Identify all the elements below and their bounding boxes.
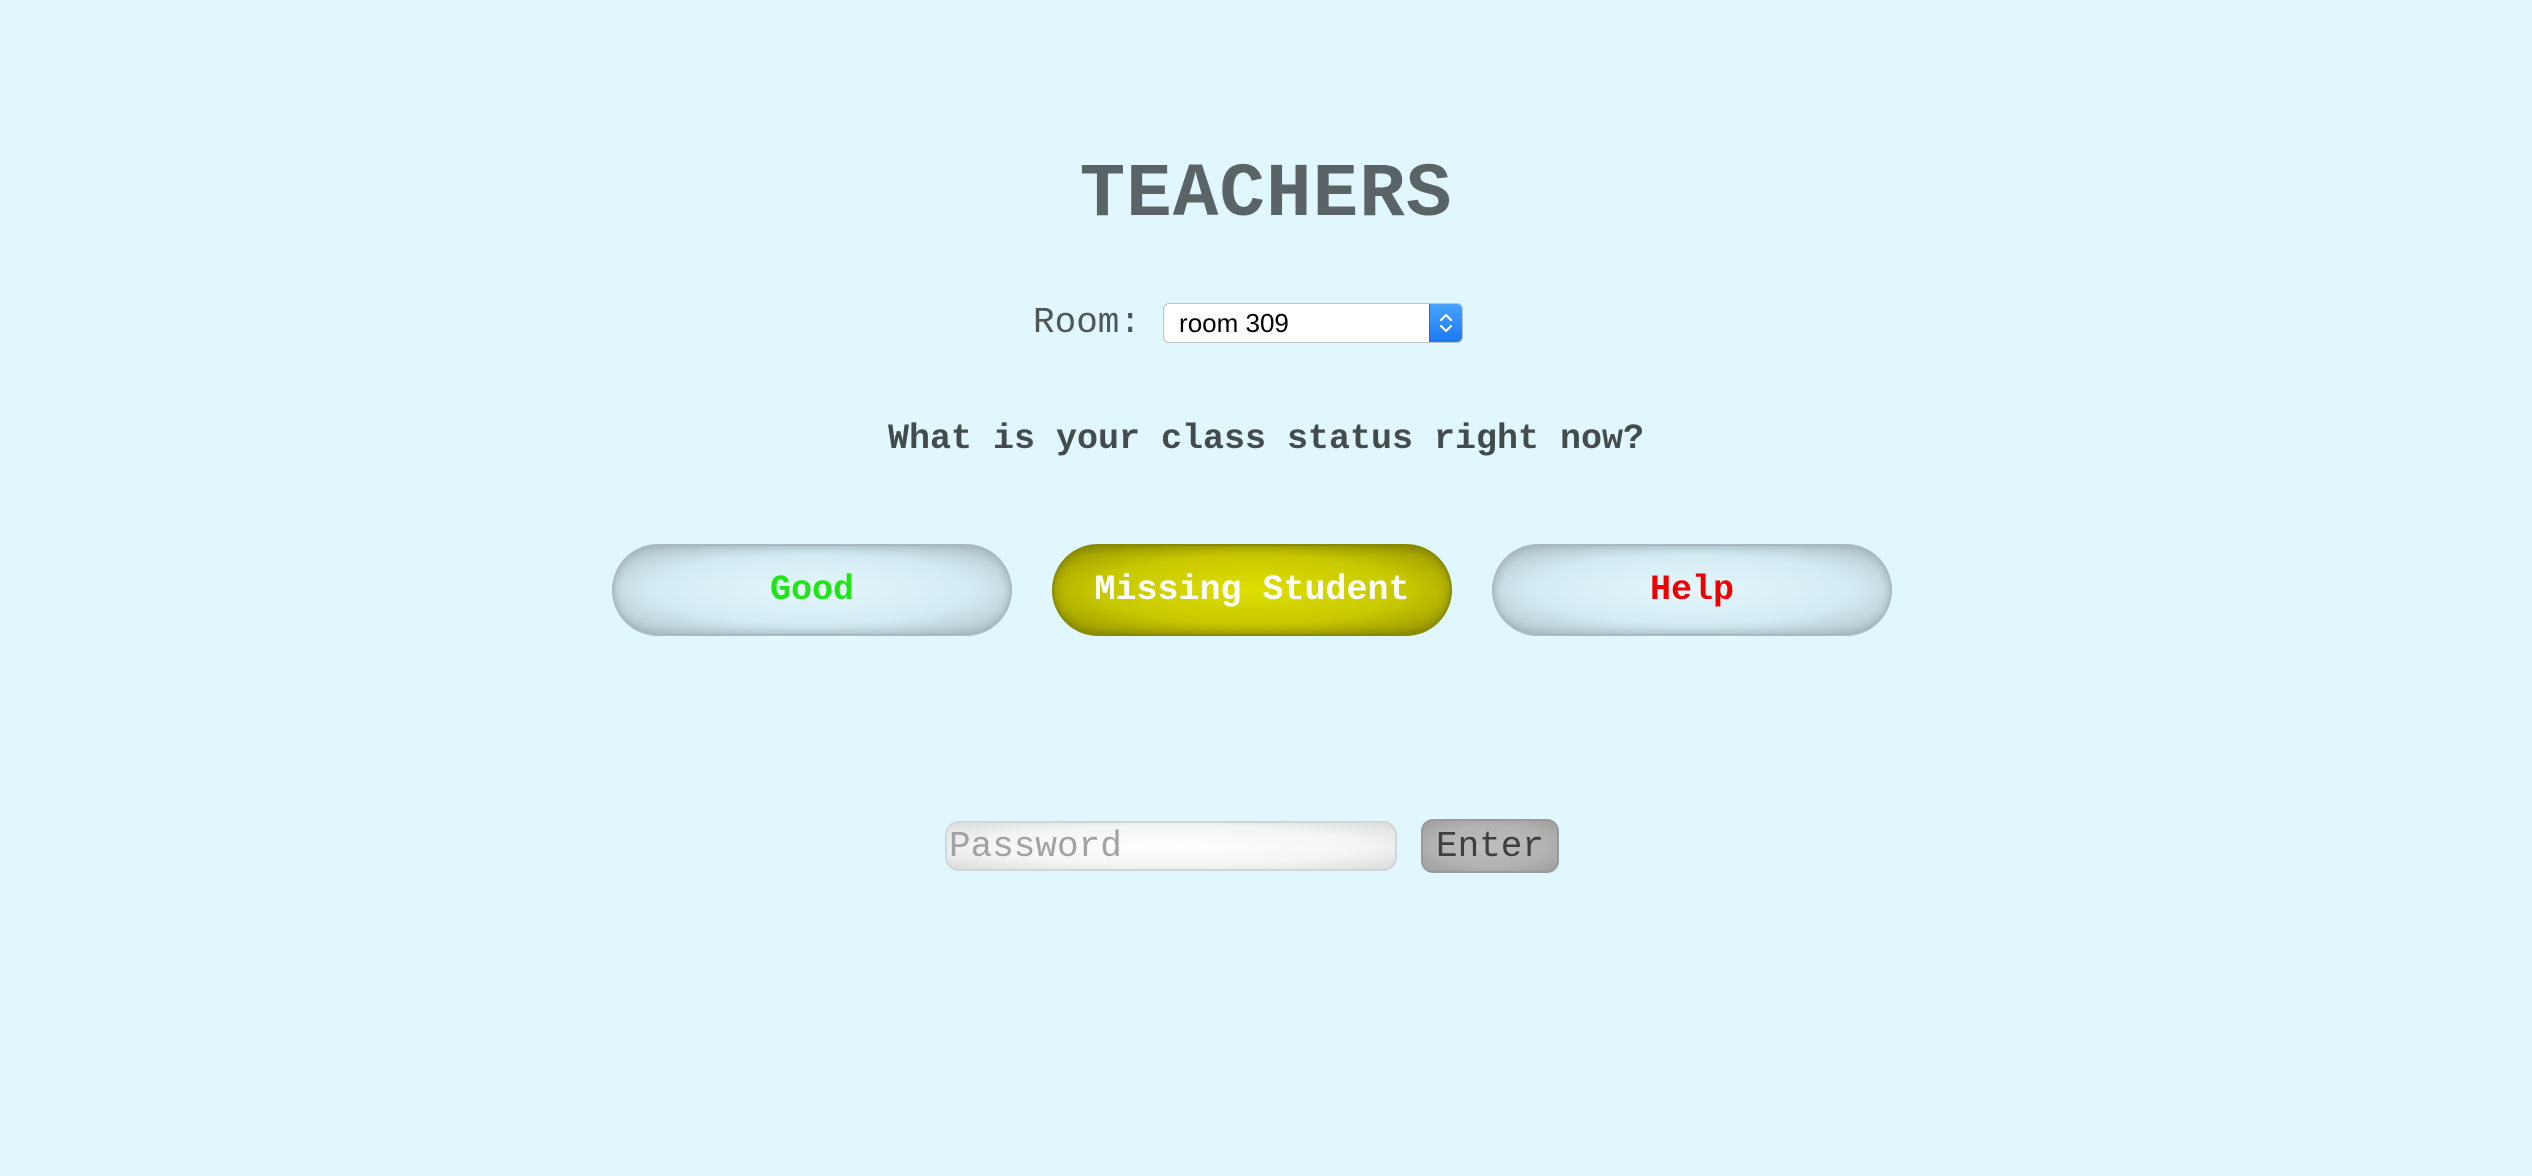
password-input[interactable] bbox=[945, 821, 1397, 871]
good-button[interactable]: Good bbox=[612, 544, 1012, 636]
chevron-up-down-icon bbox=[1429, 304, 1463, 342]
room-select-value: room 309 bbox=[1179, 307, 1289, 338]
room-select[interactable]: room 309 bbox=[1163, 303, 1464, 343]
enter-button[interactable]: Enter bbox=[1421, 819, 1559, 873]
room-label: Room: bbox=[1033, 302, 1142, 343]
room-selector-row: Room: room 309 bbox=[1033, 302, 1464, 344]
help-button[interactable]: Help bbox=[1492, 544, 1892, 636]
status-question: What is your class status right now? bbox=[887, 419, 1645, 459]
teacher-status-page: TEACHERS Room: room 309 What is your cla… bbox=[0, 0, 2532, 1176]
page-title: TEACHERS bbox=[1079, 152, 1453, 238]
missing-student-button[interactable]: Missing Student bbox=[1052, 544, 1452, 636]
